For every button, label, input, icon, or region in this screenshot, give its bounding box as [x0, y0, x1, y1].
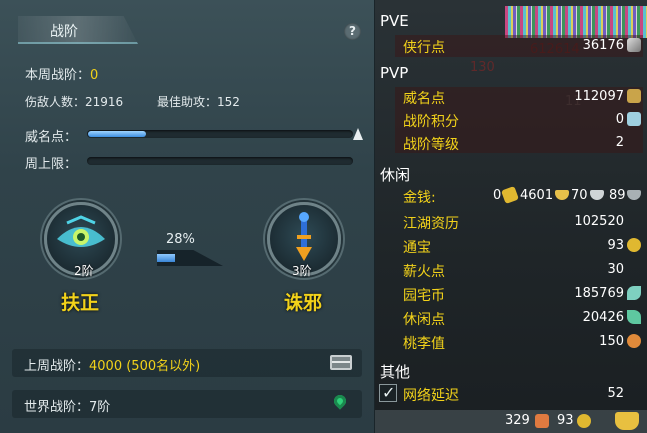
- mask-icon: [627, 89, 641, 103]
- taoli-label: 桃李值: [403, 336, 445, 352]
- prestige-points-value: 112097: [574, 89, 624, 104]
- ratio-percent: 28%: [166, 232, 195, 247]
- boot-icon: [535, 414, 549, 428]
- latency-value: 52: [607, 386, 624, 401]
- reward-chest-icon[interactable]: [330, 355, 352, 370]
- panel-title: 战阶: [50, 24, 78, 40]
- xiaxing-label: 侠行点: [403, 40, 445, 56]
- last-week: 上周战阶：4000 (500名以外): [24, 355, 200, 374]
- prestige-label: 威名点：: [25, 130, 78, 145]
- panel-header: 战阶 ?: [0, 14, 375, 48]
- jianghu-label: 江湖资历: [403, 216, 459, 232]
- ratio-bar: [157, 250, 223, 266]
- best-assist-stat: 最佳助攻：152: [157, 93, 240, 110]
- gourd-icon: [627, 334, 641, 348]
- xiaxing-value: 36176: [582, 38, 624, 53]
- last-week-label: 上周战阶：: [24, 359, 90, 374]
- coin-icon: [627, 238, 641, 252]
- xinhuo-label: 薪火点: [403, 264, 445, 280]
- leaf-icon: [627, 286, 641, 300]
- prestige-bar-fill: [88, 131, 146, 137]
- ingot-icon[interactable]: [615, 412, 639, 430]
- tongbao-value: 93: [607, 238, 624, 253]
- coin-icon: [577, 414, 591, 428]
- left-emblem-name: 扶正: [61, 292, 100, 314]
- ratio-bar-fill: [157, 254, 175, 262]
- right-emblem-level: 3阶: [292, 264, 312, 278]
- weekly-rank: 本周战阶：0: [25, 64, 98, 83]
- check-icon: ✓: [382, 383, 396, 402]
- yuanbao-icon: [555, 190, 569, 200]
- title-tab: [18, 16, 138, 44]
- last-week-value: 4000 (500名以外): [89, 359, 201, 374]
- leisure-points-value: 20426: [582, 310, 624, 325]
- money-yuanbao: 4601: [520, 188, 554, 203]
- rank-level-label: 战阶等级: [403, 137, 459, 153]
- latency-checkbox[interactable]: ✓: [379, 383, 397, 402]
- rank-score-value: 0: [615, 112, 624, 127]
- money-gold: 0: [493, 188, 502, 203]
- yuanzhai-value: 185769: [574, 286, 624, 301]
- money-copper: 89: [609, 188, 626, 203]
- cap-marker-icon: [353, 128, 363, 140]
- rank-panel: 战阶 ? 本周战阶：0 伤敌人数：21916 最佳助攻：152 威名点： 周上限…: [0, 0, 375, 433]
- glitch-stripes: [505, 6, 647, 38]
- currency-panel: 612614 130 11 PVE 侠行点 36176 PVP 威名点 1120…: [375, 0, 647, 433]
- location-pin-icon[interactable]: [331, 392, 349, 410]
- bottom-currency-bar: 329 93: [375, 410, 647, 433]
- left-emblem-level: 2阶: [74, 264, 94, 278]
- rank-score-label: 战阶积分: [403, 114, 459, 130]
- sword-icon: [627, 38, 641, 52]
- tongbao-label: 通宝: [403, 240, 431, 256]
- taoli-value: 150: [599, 334, 624, 349]
- injured-label: 伤敌人数：: [25, 95, 86, 109]
- injured-stat: 伤敌人数：21916: [25, 93, 123, 110]
- bottom-value-1: 329: [505, 413, 530, 428]
- money-silver: 70: [571, 188, 588, 203]
- silver-icon: [590, 190, 604, 200]
- world-rank: 世界战阶：7阶: [24, 396, 110, 415]
- weekly-cap-bar: [87, 157, 353, 165]
- last-week-row: 上周战阶：4000 (500名以外): [12, 349, 362, 377]
- world-rank-row: 世界战阶：7阶: [12, 390, 362, 418]
- copper-icon: [627, 190, 641, 200]
- best-assist-label: 最佳助攻：: [157, 95, 218, 109]
- latency-label: 网络延迟: [403, 388, 459, 404]
- leisure-points-label: 休闲点: [403, 312, 445, 328]
- other-title: 其他: [380, 363, 411, 381]
- help-icon[interactable]: ?: [344, 23, 361, 40]
- prestige-points-label: 威名点: [403, 91, 445, 107]
- weekly-rank-label: 本周战阶：: [25, 68, 91, 83]
- injured-value: 21916: [85, 95, 124, 109]
- pve-title: PVE: [380, 12, 409, 30]
- right-emblem-name: 诛邪: [284, 292, 323, 314]
- badge-icon: [627, 112, 641, 126]
- weekly-cap-label: 周上限：: [25, 157, 78, 172]
- weekly-rank-value: 0: [90, 68, 99, 83]
- pvp-title: PVP: [380, 64, 409, 82]
- xinhuo-value: 30: [607, 262, 624, 277]
- best-assist-value: 152: [217, 95, 240, 109]
- overlay-number-2: 130: [470, 60, 495, 75]
- bottom-value-2: 93: [557, 413, 574, 428]
- prestige-bar: [87, 130, 353, 138]
- world-rank-value: 7阶: [89, 400, 111, 415]
- feather-icon: [627, 310, 641, 324]
- leisure-title: 休闲: [380, 166, 411, 184]
- world-rank-label: 世界战阶：: [24, 400, 90, 415]
- jianghu-value: 102520: [574, 214, 624, 229]
- money-label: 金钱:: [403, 190, 436, 206]
- rank-level-value: 2: [615, 135, 624, 150]
- gold-ingot-icon: [501, 186, 519, 204]
- yuanzhai-label: 园宅币: [403, 288, 445, 304]
